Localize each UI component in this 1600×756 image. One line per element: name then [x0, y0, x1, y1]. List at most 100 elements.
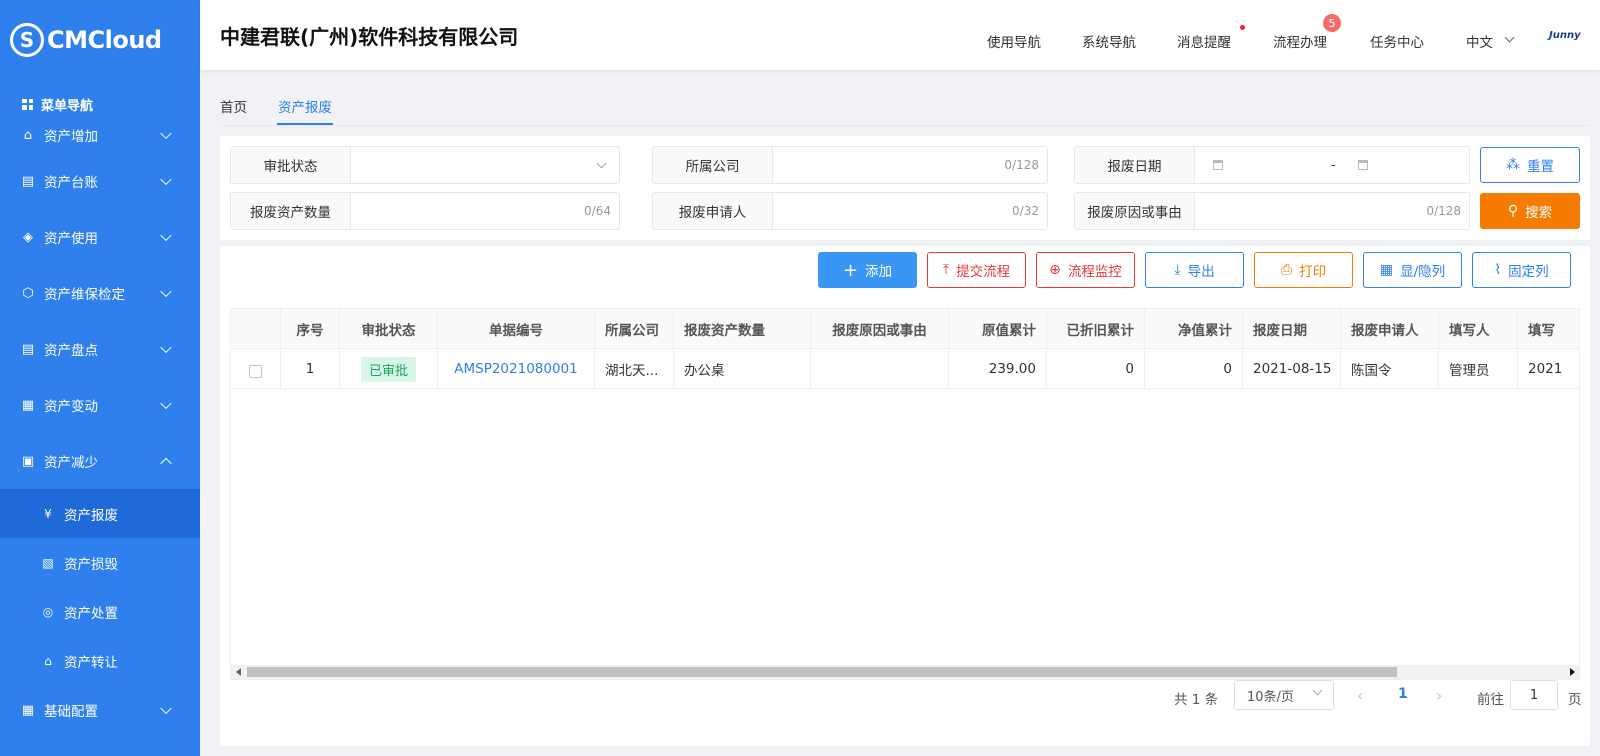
language-select[interactable]: 中文	[1466, 31, 1493, 51]
col-header-reason[interactable]: 报废原因或事由	[811, 309, 949, 349]
col-header-company[interactable]: 所属公司	[595, 309, 674, 349]
nav-usage-guide[interactable]: 使用导航	[987, 31, 1041, 51]
grid-icon: ▦	[1379, 262, 1394, 278]
sidebar-item-asset-inventory[interactable]: ▤ 资产盘点	[0, 321, 200, 377]
col-header-fill-date[interactable]: 填写	[1518, 309, 1579, 349]
sidebar-item-asset-ledger[interactable]: ▤ 资产台账	[0, 153, 200, 209]
scroll-right-icon[interactable]	[1570, 668, 1575, 676]
scrap-date-range[interactable]: -	[1195, 147, 1469, 183]
scrap-quantity-field: 报废资产数量 0/64	[230, 192, 620, 230]
company-input[interactable]: 0/128	[773, 147, 1047, 183]
page-unit-label: 页	[1568, 692, 1582, 708]
grid-icon: ▦	[21, 702, 35, 718]
transfer-icon: ⌂	[44, 653, 52, 668]
current-page[interactable]: 1	[1398, 686, 1408, 702]
table-row[interactable]: 1 已审批 AMSP2021080001 湖北天... 办公桌 239.00 0…	[231, 349, 1579, 389]
scrollbar-thumb[interactable]	[247, 667, 1397, 677]
field-label: 报废原因或事由	[1075, 193, 1195, 229]
sidebar-item-asset-add[interactable]: ⌂ 资产增加	[0, 117, 200, 153]
sidebar-item-asset-change[interactable]: ▦ 资产变动	[0, 377, 200, 433]
calendar-icon	[1213, 160, 1223, 170]
pin-columns-button[interactable]: ⌇ 固定列	[1472, 252, 1571, 288]
col-header-index[interactable]: 序号	[281, 309, 340, 349]
brand-mark: Junny	[1549, 30, 1581, 41]
next-page-icon[interactable]: ›	[1436, 686, 1442, 705]
scrap-quantity-input[interactable]: 0/64	[351, 193, 619, 229]
nav-task-center[interactable]: 任务中心	[1370, 31, 1424, 51]
menu-heading-label: 菜单导航	[41, 98, 94, 114]
sidebar-subitem-label: 资产损毁	[64, 556, 118, 573]
nav-process[interactable]: 流程办理	[1273, 31, 1327, 51]
sidebar-subitem-asset-damage[interactable]: ▧ 资产损毁	[0, 538, 200, 587]
cell-filler: 管理员	[1439, 349, 1518, 389]
reset-button[interactable]: ⁂ 重置	[1480, 147, 1580, 183]
logo[interactable]: S CMCloud	[0, 0, 200, 80]
chevron-down-icon	[160, 229, 172, 242]
cell-fill-date: 2021	[1528, 361, 1563, 377]
menu-heading: 菜单导航	[0, 91, 200, 117]
sidebar-subitem-asset-scrap[interactable]: ¥ 资产报废	[0, 489, 200, 538]
table-panel: + 添加 ⤒ 提交流程 ⊕ 流程监控 ⤓ 导出 ⎙ 打印 ▦ 显/隐列 ⌇ 固定…	[220, 246, 1590, 746]
col-header-filler[interactable]: 填写人	[1439, 309, 1518, 349]
ledger-icon: ▤	[21, 173, 35, 189]
sidebar-item-asset-maintenance[interactable]: ⬡ 资产维保检定	[0, 265, 200, 321]
goto-page-input[interactable]: 1	[1510, 680, 1558, 710]
doc-no-link[interactable]: AMSP2021080001	[454, 361, 577, 377]
add-button[interactable]: + 添加	[818, 252, 917, 288]
cell-quantity: 办公桌	[674, 349, 811, 389]
col-header-status[interactable]: 审批状态	[340, 309, 438, 349]
nav-messages[interactable]: 消息提醒	[1177, 31, 1231, 51]
prev-page-icon[interactable]: ‹	[1357, 686, 1363, 705]
reset-spinner-icon: ⁂	[1506, 157, 1520, 173]
sidebar-item-base-config[interactable]: ▦ 基础配置	[0, 685, 200, 735]
col-header-quantity[interactable]: 报废资产数量	[674, 309, 811, 349]
toggle-columns-button[interactable]: ▦ 显/隐列	[1363, 252, 1462, 288]
chevron-down-icon	[160, 285, 172, 298]
chevron-down-icon	[596, 158, 607, 169]
pagination-total: 共 1 条	[1174, 692, 1219, 708]
toggle-columns-label: 显/隐列	[1400, 264, 1446, 280]
col-header-scrap-date[interactable]: 报废日期	[1243, 309, 1341, 349]
nav-system-guide[interactable]: 系统导航	[1082, 31, 1136, 51]
col-header-original-value[interactable]: 原值累计	[949, 309, 1047, 349]
col-header-doc-no[interactable]: 单据编号	[438, 309, 595, 349]
sidebar-subitem-asset-transfer[interactable]: ⌂ 资产转让	[0, 636, 200, 685]
approval-status-select[interactable]	[351, 147, 619, 183]
field-label: 所属公司	[653, 147, 773, 183]
sidebar-item-asset-use[interactable]: ◈ 资产使用	[0, 209, 200, 265]
sidebar-item-label: 资产减少	[44, 455, 98, 471]
scroll-left-icon[interactable]	[236, 668, 241, 676]
print-button[interactable]: ⎙ 打印	[1254, 252, 1353, 288]
chevron-down-icon	[160, 173, 172, 186]
approval-status-field: 审批状态	[230, 146, 620, 184]
scrap-reason-field: 报废原因或事由 0/128	[1074, 192, 1470, 230]
applicant-input[interactable]: 0/32	[773, 193, 1047, 229]
logo-mark-icon: S	[10, 23, 44, 57]
sidebar-item-label: 资产增加	[44, 129, 98, 145]
row-checkbox[interactable]	[249, 364, 262, 378]
clipboard-icon: ▣	[21, 453, 35, 469]
tab-asset-scrap[interactable]: 资产报废	[278, 96, 332, 116]
calendar-icon	[1357, 160, 1368, 170]
sidebar-item-label: 资产维保检定	[44, 287, 125, 303]
tab-home[interactable]: 首页	[220, 96, 247, 116]
monitor-flow-button[interactable]: ⊕ 流程监控	[1036, 252, 1135, 288]
sidebar-item-label: 资产盘点	[44, 343, 98, 359]
search-panel: 审批状态 所属公司 0/128 报废日期 - ⁂ 重置 报废资产数量 0/64 …	[220, 136, 1590, 240]
scrap-reason-input[interactable]: 0/128	[1195, 193, 1469, 229]
col-header-applicant[interactable]: 报废申请人	[1341, 309, 1439, 349]
chevron-down-icon	[1312, 685, 1323, 696]
sidebar-subitem-asset-disposal[interactable]: ◎ 资产处置	[0, 587, 200, 636]
submit-flow-button[interactable]: ⤒ 提交流程	[927, 252, 1026, 288]
export-button[interactable]: ⤓ 导出	[1145, 252, 1244, 288]
col-header-net-value[interactable]: 净值累计	[1145, 309, 1243, 349]
page-size-select[interactable]: 10条/页	[1234, 680, 1334, 710]
search-button[interactable]: ⚲ 搜索	[1480, 193, 1580, 229]
table-header: 序号 审批状态 单据编号 所属公司 报废资产数量 报废原因或事由 原值累计 已折…	[231, 309, 1579, 349]
cube-icon: ⬡	[22, 285, 34, 301]
horizontal-scrollbar[interactable]	[231, 665, 1579, 679]
pin-columns-label: 固定列	[1508, 264, 1549, 280]
sidebar-item-label: 资产使用	[44, 231, 98, 247]
col-header-depreciation[interactable]: 已折旧累计	[1047, 309, 1145, 349]
sidebar-item-asset-reduce[interactable]: ▣ 资产减少	[0, 433, 200, 489]
